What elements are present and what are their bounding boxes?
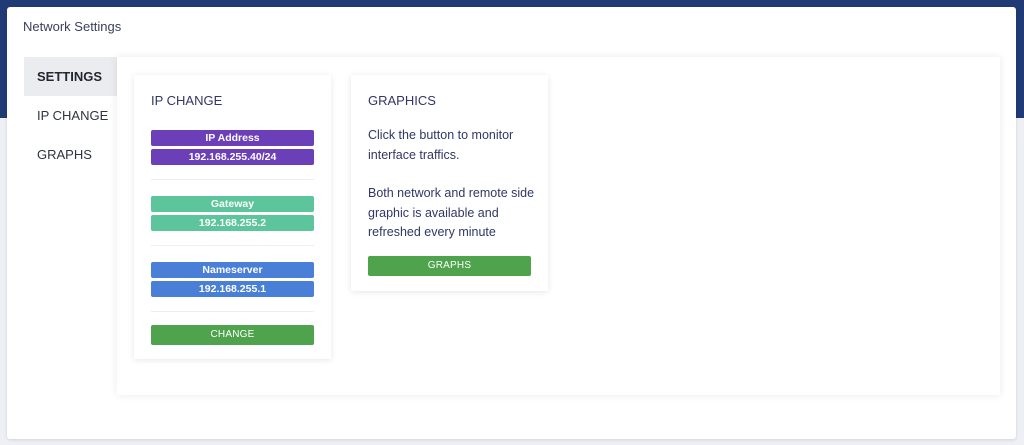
ip-change-card: IP CHANGE IP Address 192.168.255.40/24 G…	[134, 75, 331, 359]
main-content: IP CHANGE IP Address 192.168.255.40/24 G…	[117, 57, 1000, 395]
sidebar-item-settings[interactable]: SETTINGS	[24, 57, 117, 96]
sidebar-nav: SETTINGS IP CHANGE GRAPHS	[24, 57, 117, 174]
nameserver-value: 192.168.255.1	[151, 281, 314, 297]
ip-address-value: 192.168.255.40/24	[151, 149, 314, 165]
graphics-text-availability: Both network and remote side graphic is …	[368, 186, 535, 239]
divider	[151, 245, 314, 246]
graphics-card: GRAPHICS Click the button to monitor int…	[351, 75, 548, 291]
divider	[151, 311, 314, 312]
graphics-text-monitor: Click the button to monitor interface tr…	[368, 128, 514, 162]
divider	[151, 179, 314, 180]
graphics-description: Click the button to monitor interface tr…	[368, 126, 538, 243]
change-button[interactable]: CHANGE	[151, 325, 314, 345]
ip-address-label: IP Address	[151, 130, 314, 146]
nameserver-label: Nameserver	[151, 262, 314, 278]
graphs-button[interactable]: GRAPHS	[368, 256, 531, 276]
graphics-title: GRAPHICS	[368, 93, 436, 108]
settings-window: Network Settings SETTINGS IP CHANGE GRAP…	[7, 7, 1016, 439]
window-title: Network Settings	[23, 19, 122, 34]
sidebar-item-graphs[interactable]: GRAPHS	[24, 135, 117, 174]
ip-change-title: IP CHANGE	[151, 93, 223, 108]
gateway-label: Gateway	[151, 196, 314, 212]
sidebar-item-ip-change[interactable]: IP CHANGE	[24, 96, 117, 135]
gateway-value: 192.168.255.2	[151, 215, 314, 231]
